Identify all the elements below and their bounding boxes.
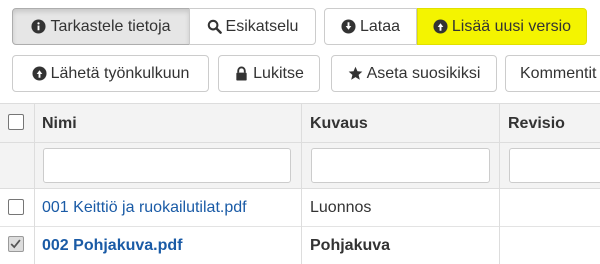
send-to-workflow-label: Lähetä työnkulkuun [50, 64, 190, 82]
add-new-version-label: Lisää uusi versio [451, 17, 572, 35]
column-divider [499, 103, 500, 264]
row-checkbox[interactable] [8, 236, 24, 252]
star-icon [348, 66, 363, 81]
checkmark-icon [10, 239, 21, 249]
download-label: Lataa [359, 17, 401, 35]
download-circle-icon [341, 19, 356, 34]
column-divider [34, 103, 35, 264]
description-filter-input[interactable] [311, 148, 490, 183]
column-header-description[interactable]: Kuvaus [310, 104, 368, 144]
document-grid: Nimi Kuvaus Revisio 001 Keittiö ja ruoka… [0, 103, 600, 264]
view-details-label: Tarkastele tietoja [50, 17, 171, 35]
table-row[interactable]: 001 Keittiö ja ruokailutilat.pdf Luonnos [0, 189, 600, 227]
select-all-checkbox[interactable] [8, 114, 24, 130]
preview-button[interactable]: Esikatselu [189, 8, 316, 45]
upload-circle-icon [32, 66, 47, 81]
upload-circle-icon [433, 19, 448, 34]
file-description: Luonnos [310, 199, 372, 216]
column-header-revision[interactable]: Revisio [508, 104, 565, 144]
file-description: Pohjakuva [310, 237, 391, 254]
filter-row [0, 143, 600, 189]
lock-label: Lukitse [253, 64, 304, 82]
lock-icon [234, 66, 249, 81]
grid-header: Nimi Kuvaus Revisio [0, 103, 600, 143]
table-row[interactable]: 002 Pohjakuva.pdf Pohjakuva [0, 227, 600, 264]
name-filter-input[interactable] [43, 148, 291, 183]
comments-label: Kommentit [520, 64, 597, 82]
send-to-workflow-button[interactable]: Lähetä työnkulkuun [12, 55, 209, 92]
download-button[interactable]: Lataa [324, 8, 417, 45]
view-details-button[interactable]: Tarkastele tietoja [12, 8, 190, 45]
info-icon [31, 19, 46, 34]
file-name-link[interactable]: 001 Keittiö ja ruokailutilat.pdf [42, 189, 247, 227]
preview-label: Esikatselu [225, 17, 299, 35]
file-name-link[interactable]: 002 Pohjakuva.pdf [42, 227, 183, 264]
set-favorite-label: Aseta suosikiksi [366, 64, 481, 82]
column-header-name[interactable]: Nimi [42, 104, 77, 144]
comments-button[interactable]: Kommentit [505, 55, 600, 92]
search-icon [207, 19, 222, 34]
column-divider [301, 103, 302, 264]
set-favorite-button[interactable]: Aseta suosikiksi [331, 55, 497, 92]
lock-button[interactable]: Lukitse [218, 55, 320, 92]
row-checkbox[interactable] [8, 199, 24, 215]
revision-filter-input[interactable] [509, 148, 600, 183]
add-new-version-button[interactable]: Lisää uusi versio [417, 8, 587, 45]
